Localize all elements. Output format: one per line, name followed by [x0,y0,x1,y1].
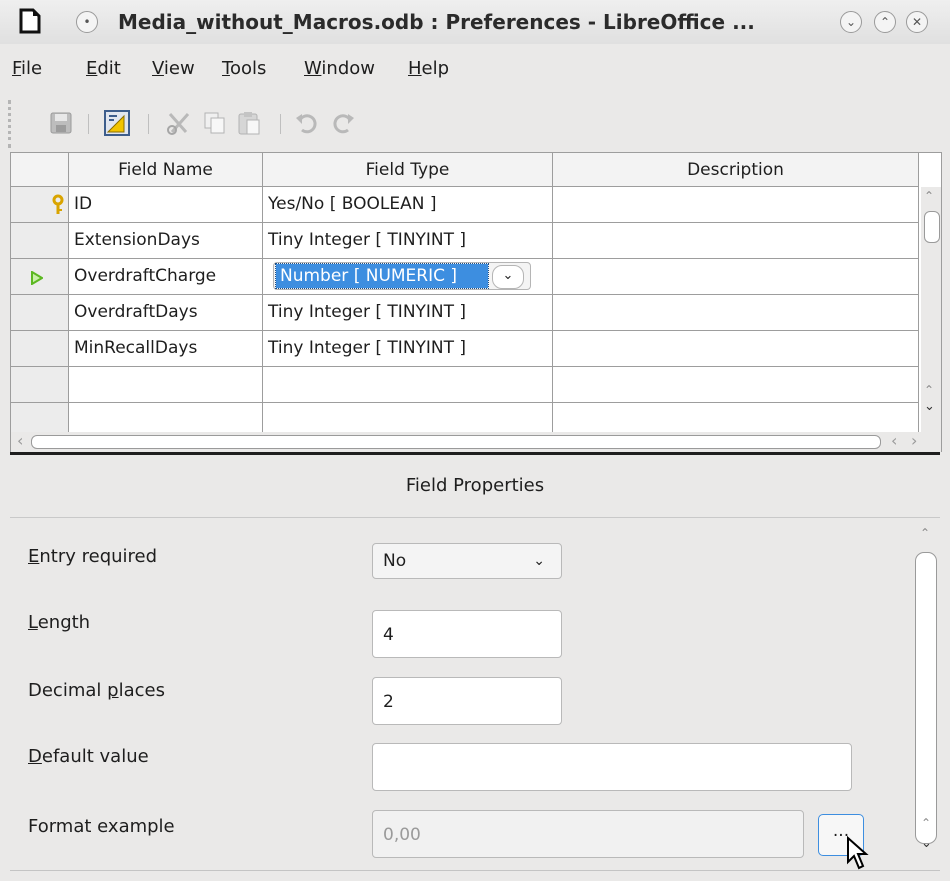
menu-tools[interactable]: Tools [222,58,266,79]
cut-icon[interactable] [166,110,192,136]
save-icon[interactable] [48,110,74,136]
description-cell[interactable] [553,367,919,403]
app-menu-icon[interactable] [18,8,42,34]
row-selector[interactable] [11,223,69,259]
maximize-button[interactable]: ⌃ [874,11,896,33]
current-row-icon [31,271,43,285]
default-value-input[interactable] [372,743,852,791]
decimal-places-input[interactable]: 2 [372,677,562,725]
field-type-cell[interactable]: Tiny Integer [ TINYINT ] [263,223,553,259]
scroll-up-icon[interactable]: ⌃ [921,816,931,830]
title-bar: • Media_without_Macros.odb : Preferences… [0,0,950,44]
menu-edit[interactable]: Edit [86,58,121,79]
row-selector[interactable] [11,259,69,295]
column-header-field-name[interactable]: Field Name [69,153,263,187]
description-cell[interactable] [553,331,919,367]
row-selector[interactable] [11,331,69,367]
field-name-cell[interactable] [69,367,263,403]
length-label: Length [28,612,91,633]
field-name-cell[interactable]: ID [69,187,263,223]
description-cell[interactable] [553,259,919,295]
table-row[interactable]: MinRecallDays Tiny Integer [ TINYINT ] [11,331,923,367]
field-name-cell[interactable]: OverdraftDays [69,295,263,331]
scrollbar-thumb[interactable] [924,211,940,243]
menu-help[interactable]: Help [408,58,449,79]
field-type-dropdown[interactable]: Number [ NUMERIC ] ⌄ [273,262,531,290]
paste-icon[interactable] [236,110,262,136]
copy-icon[interactable] [202,110,228,136]
table-row[interactable]: ExtensionDays Tiny Integer [ TINYINT ] [11,223,923,259]
table-row[interactable] [11,367,923,403]
format-example-label: Format example [28,816,175,837]
table-horizontal-scrollbar[interactable]: ‹ ‹ › [10,431,942,452]
menu-view[interactable]: View [152,58,195,79]
design-icon[interactable] [104,110,130,136]
toolbar-separator [148,114,149,134]
length-input[interactable]: 4 [372,610,562,658]
scroll-left-icon[interactable]: ‹ [17,431,23,450]
format-example-field: 0,00 [372,810,804,858]
description-cell[interactable] [553,295,919,331]
field-properties-title: Field Properties [10,455,940,518]
close-button[interactable]: ✕ [906,11,928,33]
scrollbar-thumb[interactable] [915,552,937,844]
window-title: Media_without_Macros.odb : Preferences -… [118,10,755,34]
field-type-cell[interactable]: Tiny Integer [ TINYINT ] [263,295,553,331]
row-header-corner [11,153,69,187]
row-selector[interactable] [11,187,69,223]
minimize-button[interactable]: ⌄ [840,11,862,33]
scroll-down-icon[interactable]: ⌄ [924,399,935,414]
default-value-label: Default value [28,746,149,767]
toolbar-separator [280,114,281,134]
scroll-up-icon[interactable]: ⌃ [924,189,934,203]
row-selector[interactable] [11,367,69,403]
field-type-cell[interactable]: Yes/No [ BOOLEAN ] [263,187,553,223]
table-row-selected[interactable]: OverdraftCharge Number [ NUMERIC ] ⌄ [11,259,923,295]
undo-icon[interactable] [294,110,320,136]
scroll-up-icon[interactable]: ⌃ [924,383,934,397]
table-row[interactable]: ID Yes/No [ BOOLEAN ] [11,187,923,223]
menu-window[interactable]: Window [304,58,375,79]
table-row[interactable]: OverdraftDays Tiny Integer [ TINYINT ] [11,295,923,331]
chevron-down-icon: ⌄ [533,553,545,569]
field-type-selected-value: Number [ NUMERIC ] [275,263,489,289]
field-type-cell[interactable]: Tiny Integer [ TINYINT ] [263,331,553,367]
menu-bar: File Edit View Tools Window Help [0,52,950,86]
entry-required-value: No [383,551,407,571]
entry-required-label: Entry required [28,546,158,567]
scroll-down-icon[interactable]: ⌄ [921,836,932,851]
toolbar [0,94,950,150]
column-header-field-type[interactable]: Field Type [263,153,553,187]
field-table: Field Name Field Type Description ID Yes… [10,152,942,436]
scroll-up-icon[interactable]: ⌃ [920,526,930,540]
menu-file[interactable]: File [12,58,42,79]
field-name-cell[interactable]: MinRecallDays [69,331,263,367]
field-type-cell[interactable] [263,367,553,403]
scroll-right-icon[interactable]: › [911,431,917,450]
redo-icon[interactable] [330,110,356,136]
decimal-places-label: Decimal places [28,680,165,701]
entry-required-select[interactable]: No ⌄ [372,543,562,579]
description-cell[interactable] [553,223,919,259]
field-name-cell[interactable]: ExtensionDays [69,223,263,259]
field-type-cell[interactable]: Number [ NUMERIC ] ⌄ [263,259,553,295]
table-vertical-scrollbar[interactable]: ⌃ ⌃ ⌄ [921,187,941,435]
bottom-edge [10,870,940,881]
properties-vertical-scrollbar[interactable]: ⌃ [910,522,940,862]
toolbar-grip[interactable] [8,100,15,148]
primary-key-icon [52,194,64,214]
field-name-cell[interactable]: OverdraftCharge [69,259,263,295]
description-cell[interactable] [553,187,919,223]
row-selector[interactable] [11,295,69,331]
mouse-cursor-icon [847,836,869,870]
chevron-down-icon[interactable]: ⌄ [492,265,524,289]
toolbar-separator [88,114,89,134]
window-menu-button[interactable]: • [76,11,98,33]
column-header-description[interactable]: Description [553,153,919,187]
scroll-left-icon[interactable]: ‹ [891,431,897,450]
scrollbar-thumb[interactable] [31,435,881,449]
